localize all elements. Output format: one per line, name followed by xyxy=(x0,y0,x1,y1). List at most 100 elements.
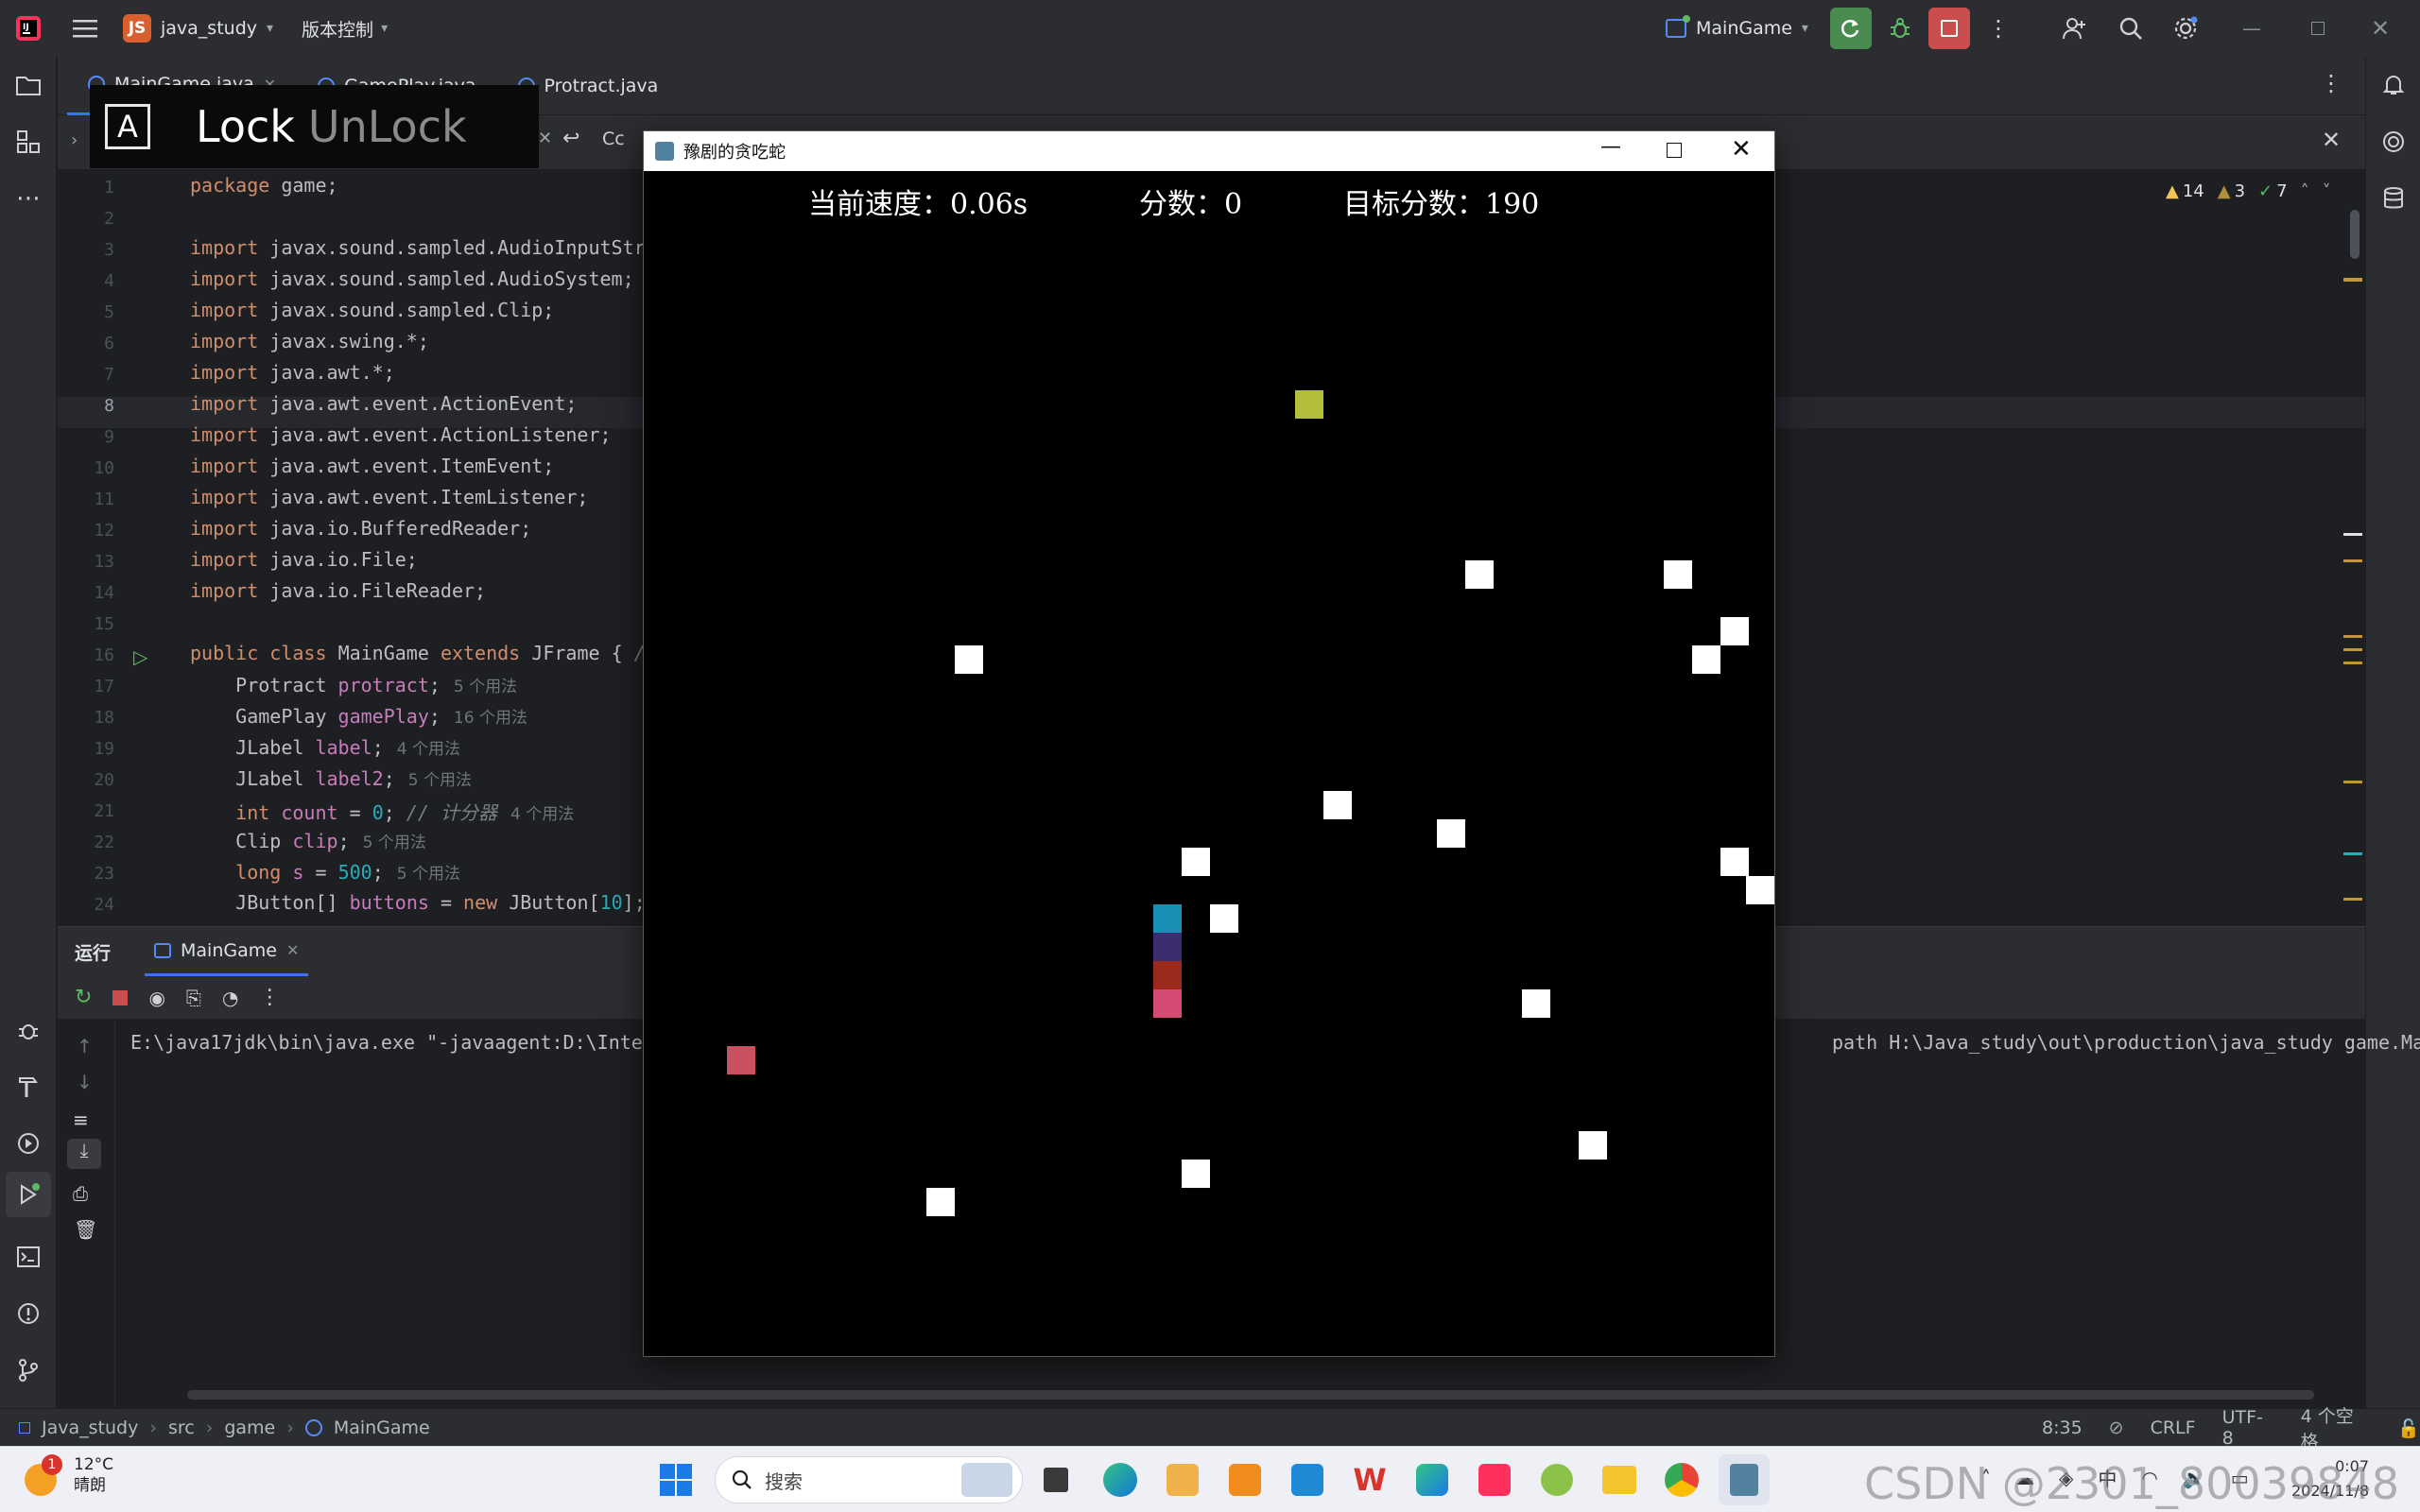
app-icon-green[interactable] xyxy=(1531,1454,1582,1505)
scroll-to-end-icon[interactable]: ⤓ xyxy=(67,1139,101,1169)
project-folder-icon[interactable] xyxy=(0,57,57,113)
game-board[interactable]: 当前速度：0.06s 分数：0 目标分数：190 xyxy=(644,171,1774,1356)
lock-file-icon[interactable]: 🔓 xyxy=(2397,1418,2420,1439)
file-explorer-icon[interactable] xyxy=(1594,1454,1645,1505)
project-selector[interactable]: JS java_study ▾ xyxy=(123,14,273,43)
usage-hint[interactable]: 5 个用法 xyxy=(363,833,426,852)
tabs-more-icon[interactable]: ⋮ xyxy=(2320,70,2342,96)
stop-icon[interactable] xyxy=(112,989,129,1005)
usage-hint[interactable]: 16 个用法 xyxy=(454,709,527,728)
terminal-icon[interactable] xyxy=(0,1228,57,1285)
chrome-icon[interactable] xyxy=(1656,1454,1707,1505)
database-icon[interactable] xyxy=(2366,170,2420,227)
restore-layout-icon[interactable]: ⎘ xyxy=(186,987,201,1009)
clear-search-icon[interactable]: ✕ xyxy=(538,129,552,148)
breadcrumb-item[interactable]: MainGame xyxy=(334,1418,430,1438)
close-find-icon[interactable]: ✕ xyxy=(2322,127,2341,153)
task-view-icon[interactable] xyxy=(1030,1454,1081,1505)
scroll-marker xyxy=(2343,898,2362,901)
debug-button[interactable] xyxy=(1879,8,1921,49)
chevron-up-icon[interactable]: ˄ xyxy=(2301,181,2309,201)
match-case-toggle[interactable]: Cc xyxy=(602,129,625,149)
rerun-icon[interactable]: ↻ xyxy=(75,986,92,1009)
code-line: import java.awt.event.ActionEvent; xyxy=(190,392,578,415)
minimize-window-icon[interactable]: — xyxy=(2231,8,2273,49)
screenshot-icon[interactable]: ◉ xyxy=(148,987,164,1009)
soft-wrap-icon[interactable]: ≡ xyxy=(73,1108,89,1131)
intellij-logo-icon[interactable]: IJ xyxy=(0,0,57,57)
inspection-widget[interactable]: ▲ 14 ▲ 3 ✓ 7 ˄ ˅ xyxy=(2166,181,2331,201)
settings-gear-icon[interactable] xyxy=(2165,8,2206,49)
weather-sun-icon: 1 xyxy=(21,1454,62,1496)
run-gutter-icon[interactable]: ▷ xyxy=(133,645,147,668)
close-icon[interactable]: ✕ xyxy=(1731,135,1752,163)
close-tab-icon[interactable]: ✕ xyxy=(286,941,299,959)
vcs-selector[interactable]: 版本控制 ▾ xyxy=(302,16,388,42)
ai-assistant-icon[interactable] xyxy=(2366,113,2420,170)
print-icon[interactable]: ⎙ xyxy=(73,1182,88,1205)
regex-replace-icon[interactable]: ↩ xyxy=(562,127,579,150)
chevron-down-icon: ▾ xyxy=(267,21,274,36)
java-app-taskbar-icon[interactable] xyxy=(1719,1454,1770,1505)
code-line: JLabel label2; 5 个用法 xyxy=(235,767,472,790)
obstacle-cell xyxy=(1465,560,1494,589)
vscode-icon[interactable] xyxy=(1282,1454,1333,1505)
chevron-right-icon[interactable]: › xyxy=(71,130,78,150)
line-separator[interactable]: CRLF xyxy=(2151,1418,2196,1438)
no-vcs-icon[interactable]: ⊘ xyxy=(2109,1418,2124,1438)
structure-icon[interactable] xyxy=(0,113,57,170)
line-number: 10 xyxy=(94,458,114,478)
edge-browser-icon[interactable] xyxy=(1095,1454,1146,1505)
run-tab-maingame[interactable]: MainGame ✕ xyxy=(145,927,309,976)
more-actions-icon[interactable]: ⋮ xyxy=(1979,8,2017,49)
more-tools-icon[interactable]: ⋯ xyxy=(0,170,57,227)
app-icon-orange[interactable] xyxy=(1157,1454,1208,1505)
usage-hint[interactable]: 4 个用法 xyxy=(510,805,574,824)
caret-position[interactable]: 8:35 xyxy=(2042,1418,2083,1438)
arrow-up-icon[interactable]: ↑ xyxy=(77,1035,93,1057)
console-horizontal-scrollbar[interactable] xyxy=(187,1390,2314,1400)
debug-tool-icon[interactable] xyxy=(0,1002,57,1058)
taskbar-search-box[interactable]: 搜索 xyxy=(715,1456,1023,1503)
breadcrumb-item[interactable]: Java_study xyxy=(42,1418,138,1438)
breadcrumb-item[interactable]: game xyxy=(224,1418,275,1438)
more-icon[interactable]: ⋮ xyxy=(259,986,280,1009)
app-icon-office[interactable] xyxy=(1219,1454,1270,1505)
weather-widget[interactable]: 1 12°C 晴朗 xyxy=(21,1454,113,1496)
usage-hint[interactable]: 4 个用法 xyxy=(397,740,460,759)
problems-icon[interactable] xyxy=(0,1285,57,1342)
maximize-icon[interactable] xyxy=(1667,143,1682,158)
minimize-icon[interactable]: — xyxy=(1600,135,1621,159)
main-menu-icon[interactable] xyxy=(57,0,113,57)
close-window-icon[interactable]: ✕ xyxy=(2360,8,2401,49)
usage-hint[interactable]: 5 个用法 xyxy=(454,678,517,696)
stop-button[interactable] xyxy=(1928,8,1970,49)
trash-icon[interactable]: 🗑 xyxy=(74,1218,97,1241)
usage-hint[interactable]: 5 个用法 xyxy=(397,865,460,884)
chevron-right-icon: › xyxy=(205,1417,214,1438)
windows-start-icon[interactable] xyxy=(650,1454,701,1505)
notifications-bell-icon[interactable] xyxy=(2366,57,2420,113)
code-line: import java.io.FileReader; xyxy=(190,579,487,602)
snake-game-window[interactable]: 豫剧的贪吃蛇 — ✕ 当前速度：0.06s 分数：0 目标分数：190 xyxy=(643,130,1775,1357)
chevron-down-icon[interactable]: ˅ xyxy=(2323,181,2331,201)
restore-window-icon[interactable] xyxy=(2297,8,2339,49)
media-player-icon[interactable] xyxy=(1407,1454,1458,1505)
game-window-titlebar[interactable]: 豫剧的贪吃蛇 — ✕ xyxy=(644,131,1774,171)
arrow-down-icon[interactable]: ↓ xyxy=(77,1071,93,1093)
breadcrumb-item[interactable]: src xyxy=(168,1418,195,1438)
services-icon[interactable] xyxy=(0,1115,57,1172)
rerun-button[interactable] xyxy=(1830,8,1872,49)
git-branch-icon[interactable] xyxy=(0,1342,57,1399)
usage-hint[interactable]: 5 个用法 xyxy=(408,771,472,790)
profiler-icon[interactable]: ◔ xyxy=(222,987,238,1009)
run-config-selector[interactable]: MainGame ▾ xyxy=(1666,0,1808,57)
editor-scrollbar-thumb[interactable] xyxy=(2350,210,2360,259)
wps-icon[interactable]: W xyxy=(1344,1454,1395,1505)
add-user-icon[interactable] xyxy=(2053,8,2095,49)
run-tool-icon[interactable] xyxy=(6,1172,51,1217)
build-hammer-icon[interactable] xyxy=(0,1058,57,1115)
search-icon[interactable] xyxy=(2110,8,2152,49)
intellij-taskbar-icon[interactable] xyxy=(1469,1454,1520,1505)
file-encoding[interactable]: UTF-8 xyxy=(2222,1407,2274,1449)
